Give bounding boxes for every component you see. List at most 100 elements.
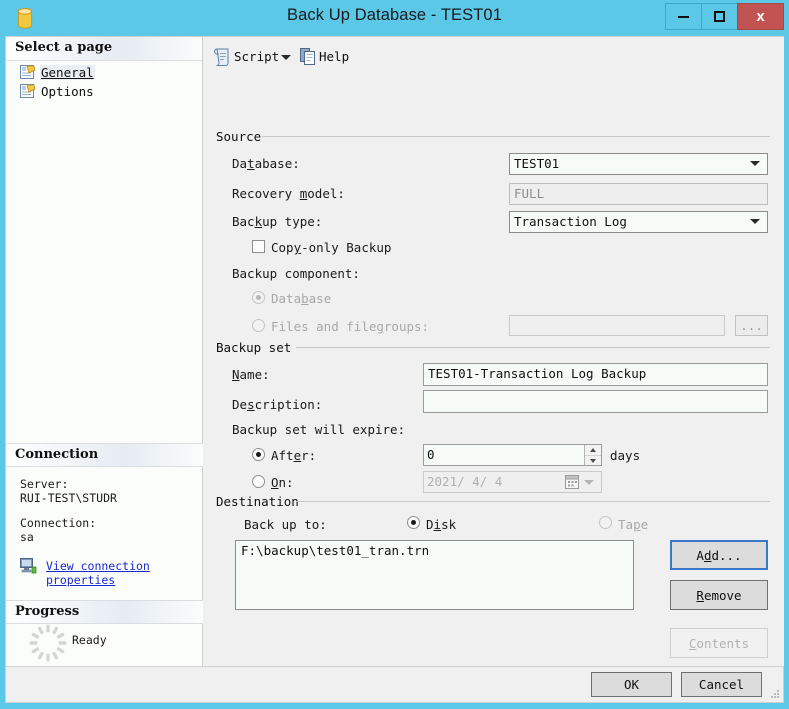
component-database-label: Database [271,291,332,306]
expire-on-date-value: 2021/ 4/ 4 [427,474,503,489]
connection-user-label: Connection: [20,516,97,530]
window-controls: x [665,3,784,32]
close-icon: x [756,8,765,25]
sidebar-item-options-label: Options [41,84,94,99]
copy-only-checkbox[interactable] [252,240,265,253]
expire-after-input[interactable]: 0 [423,444,602,466]
server-connection-icon [20,558,37,574]
help-label: Help [319,49,350,64]
chevron-down-icon [750,161,760,166]
page-selector-panel: Select a page General Options Connection… [6,37,203,666]
backup-set-name-value: TEST01-Transaction Log Backup [428,366,647,381]
source-group-label: Source [216,129,267,144]
ok-label: OK [623,677,640,692]
page-list: General Options [6,63,202,101]
minimize-button[interactable] [665,3,702,30]
expire-on-label: On: [271,475,294,490]
script-button[interactable]: Script [212,45,279,69]
close-button[interactable]: x [737,3,784,30]
remove-destination-button[interactable]: Remove [670,580,768,610]
browse-files-label: ... [740,318,763,333]
backup-component-label: Backup component: [232,266,360,281]
cancel-label: Cancel [698,677,745,692]
maximize-icon [702,4,737,29]
spinner-icon [29,624,67,662]
backup-set-name-label: Name: [232,367,270,382]
sidebar-item-options[interactable]: Options [6,82,202,101]
page-icon [20,65,36,79]
backup-set-name-input[interactable]: TEST01-Transaction Log Backup [423,363,768,386]
connection-info: Server: RUI-TEST\STUDR Connection: sa [20,477,117,555]
backup-set-group-divider [296,347,770,348]
minimize-icon [666,4,701,29]
dialog-footer: OK Cancel [6,666,783,702]
destination-tape-label: Tape [618,517,649,532]
help-button[interactable]: Help [298,45,349,69]
destination-tape-radio[interactable] [599,516,612,529]
destination-path-list[interactable]: F:\backup\test01_tran.trn [235,540,634,610]
expire-after-label: After: [271,448,317,463]
view-connection-properties-link[interactable]: View connection properties [46,559,186,587]
expire-on-date-input[interactable]: 2021/ 4/ 4 [423,471,602,493]
caret-up-icon [590,448,596,452]
help-page-icon [300,48,315,65]
sidebar-item-general[interactable]: General [6,63,202,82]
database-combo[interactable]: TEST01 [509,153,768,175]
progress-status-row: Ready [6,620,203,666]
title-bar: Back Up Database - TEST01 x [0,0,789,36]
server-label: Server: [20,477,69,491]
contents-button[interactable]: Contents [670,628,768,658]
caret-down-icon [590,458,596,463]
cancel-button[interactable]: Cancel [681,672,762,697]
add-destination-button[interactable]: Add... [670,540,768,570]
progress-status-text: Ready [72,633,107,647]
script-dropdown-button[interactable] [278,45,294,69]
expire-on-radio[interactable] [252,475,265,488]
back-up-to-label: Back up to: [244,517,327,532]
general-page-panel: Script Help Source Database: TEST01 Reco… [204,37,784,666]
destination-group-label: Destination [216,494,304,509]
chevron-down-icon [750,219,760,224]
backup-type-combo[interactable]: Transaction Log [509,211,768,233]
copy-only-label: Copy-only Backup [271,240,392,255]
list-item[interactable]: F:\backup\test01_tran.trn [236,541,633,558]
source-group-divider [262,136,770,137]
server-value: RUI-TEST\STUDR [20,491,117,505]
script-label: Script [234,49,280,64]
calendar-icon [565,475,579,489]
browse-files-button[interactable]: ... [735,315,768,336]
component-files-label: Files and filegroups: [271,319,430,334]
spinner-down[interactable] [585,455,601,465]
ok-button[interactable]: OK [591,672,672,697]
page-icon [20,84,36,98]
database-label: Database: [232,156,300,171]
component-files-radio[interactable] [252,319,265,332]
contents-label: Contents [688,635,750,651]
progress-label: Progress [15,604,80,619]
resize-grip[interactable] [768,688,780,700]
connection-section-header: Connection [6,443,203,467]
expire-after-radio[interactable] [252,448,265,461]
recovery-model-label: Recovery model: [232,186,345,201]
expire-after-value: 0 [427,447,435,462]
expire-after-spinner[interactable] [584,445,601,465]
spinner-up[interactable] [585,445,601,455]
backup-type-value: Transaction Log [514,214,627,229]
chevron-down-icon[interactable] [584,480,594,485]
destination-disk-radio[interactable] [407,516,420,529]
component-database-radio[interactable] [252,291,265,304]
page-toolbar: Script Help [212,45,349,69]
maximize-button[interactable] [701,3,738,30]
chevron-down-icon [281,55,291,60]
database-value: TEST01 [514,156,560,171]
backup-set-group-label: Backup set [216,340,297,355]
dialog-client-area: Select a page General Options Connection… [5,36,784,703]
destination-disk-label: Disk [426,517,457,532]
add-destination-label: Add... [696,547,742,563]
backup-set-description-input[interactable] [423,390,768,413]
select-a-page-header: Select a page [6,37,202,61]
backup-type-label: Backup type: [232,214,323,229]
select-a-page-label: Select a page [15,40,113,55]
files-filegroups-field [509,315,725,336]
expire-days-label: days [610,448,641,463]
